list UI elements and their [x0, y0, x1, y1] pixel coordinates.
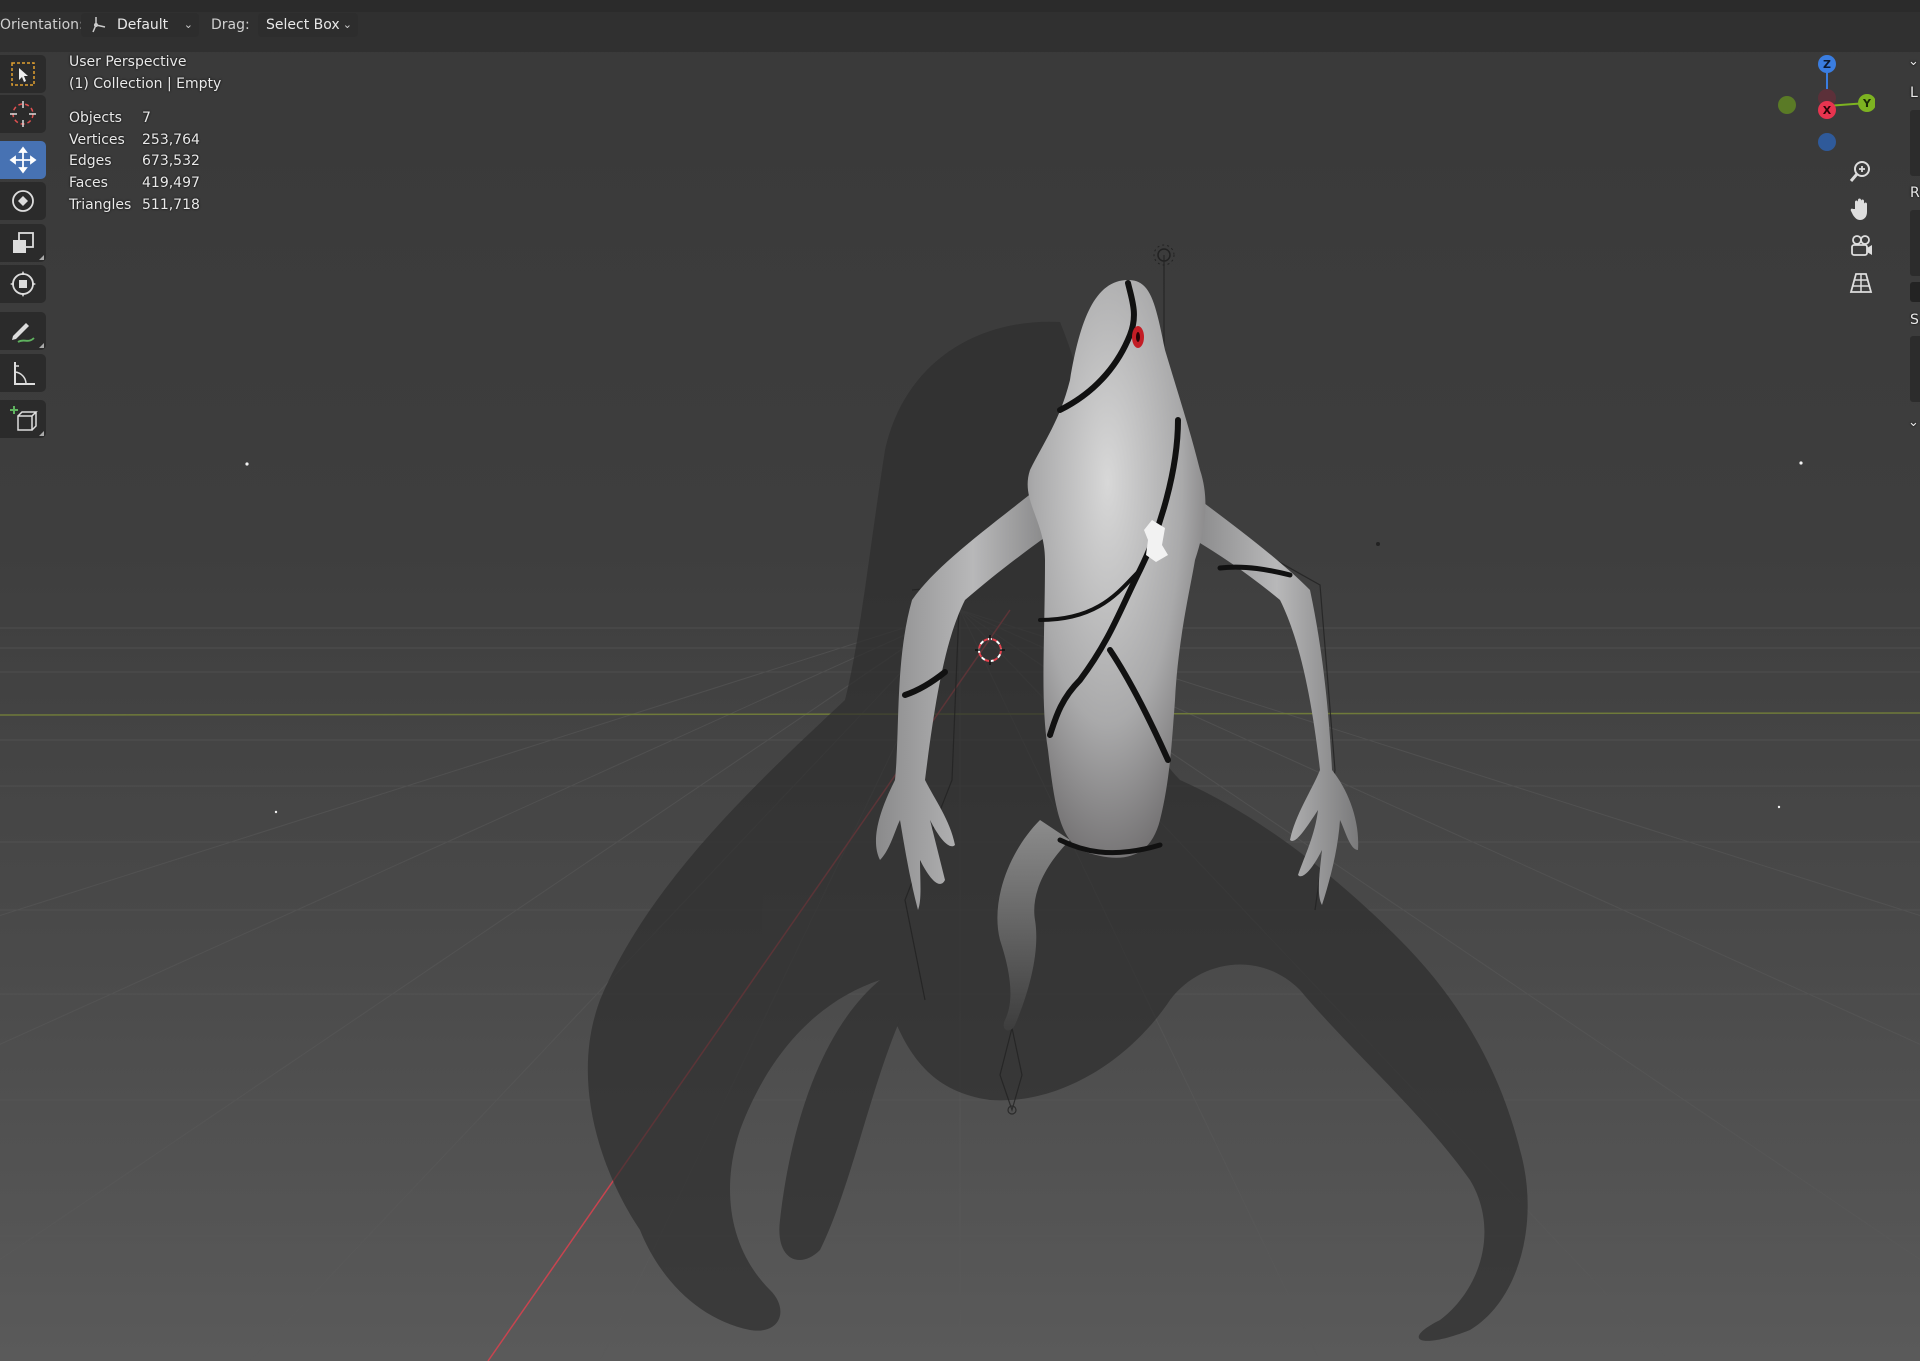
hand-icon — [1850, 198, 1867, 220]
pan-button[interactable] — [1843, 191, 1879, 227]
scale-icon — [13, 232, 34, 253]
drag-dropdown[interactable]: Select Box ⌄ — [258, 13, 358, 37]
ghost-eye-pupil — [1136, 332, 1140, 342]
toggle-projection-button[interactable] — [1843, 265, 1879, 301]
3d-viewport[interactable]: Orientation: Default ⌄ Drag: Select Box … — [0, 0, 1920, 1361]
y-axis-handle[interactable]: Y — [1858, 94, 1875, 112]
move-icon — [9, 146, 37, 174]
neg-z-axis-handle[interactable] — [1818, 133, 1836, 151]
stat-value: 7 — [142, 110, 151, 126]
sidebar-label: L — [1910, 85, 1918, 101]
stat-label: Faces — [69, 175, 108, 191]
select-box-tool[interactable] — [0, 55, 46, 93]
cursor-icon — [10, 101, 36, 127]
drag-label: Drag: — [211, 17, 250, 33]
annotate-icon — [12, 323, 35, 343]
stat-value: 253,764 — [142, 132, 200, 148]
stat-label: Triangles — [69, 197, 132, 213]
annotate-tool[interactable] — [0, 312, 46, 350]
stat-label: Edges — [69, 153, 112, 169]
top-bar-strip — [0, 0, 1920, 12]
zoom-button[interactable] — [1843, 153, 1879, 189]
sidebar-edge: ⌄ L R S ⌄ — [1900, 40, 1920, 440]
transform-tool[interactable] — [0, 265, 46, 303]
sidebar-chevron-icon[interactable]: ⌄ — [1908, 54, 1919, 69]
tool-options-corner — [39, 431, 44, 436]
select-box-icon — [11, 62, 35, 86]
transform-icon — [10, 271, 36, 297]
stat-value: 511,718 — [142, 197, 200, 213]
add-cube-tool[interactable] — [0, 400, 46, 438]
measure-tool[interactable] — [0, 354, 46, 392]
rotate-icon — [12, 190, 34, 212]
add-cube-icon — [10, 406, 38, 431]
zoom-icon — [1849, 161, 1870, 182]
stat-label: Objects — [69, 110, 122, 126]
orientation-dropdown[interactable]: Default ⌄ — [81, 13, 199, 37]
orientation-value: Default — [117, 17, 169, 33]
svg-text:Z: Z — [1823, 58, 1831, 71]
measure-icon — [14, 362, 35, 385]
z-axis-handle[interactable]: Z — [1818, 55, 1836, 73]
move-tool[interactable] — [0, 141, 46, 179]
cursor-tool[interactable] — [0, 95, 46, 133]
sidebar-label: S — [1910, 312, 1919, 328]
scale-tool[interactable] — [0, 224, 46, 262]
neg-y-axis-handle[interactable] — [1778, 96, 1796, 114]
svg-text:X: X — [1823, 104, 1832, 117]
sidebar-chevron-icon[interactable]: ⌄ — [1908, 415, 1919, 430]
camera-view-button[interactable] — [1843, 228, 1879, 264]
chevron-down-icon: ⌄ — [183, 18, 193, 31]
navigation-gizmo[interactable]: Z Y X — [1765, 50, 1875, 160]
tool-options-corner — [39, 255, 44, 260]
grid-icon — [1849, 273, 1873, 293]
view-name: User Perspective — [69, 54, 187, 70]
sidebar-field[interactable] — [1910, 336, 1920, 402]
sidebar-field[interactable] — [1910, 282, 1920, 302]
collection-info: (1) Collection | Empty — [69, 76, 222, 92]
scene-canvas[interactable] — [0, 0, 1920, 1361]
sidebar-field[interactable] — [1910, 210, 1920, 276]
chevron-down-icon: ⌄ — [342, 18, 352, 31]
stat-value: 673,532 — [142, 153, 200, 169]
orientation-gizmo-icon — [89, 13, 109, 45]
x-axis-handle[interactable]: X — [1818, 101, 1836, 119]
stat-label: Vertices — [69, 132, 125, 148]
rotate-tool[interactable] — [0, 182, 46, 220]
viewport-header: Orientation: Default ⌄ Drag: Select Box … — [0, 0, 1920, 52]
drag-value: Select Box — [266, 17, 340, 33]
sidebar-label: R — [1910, 185, 1920, 201]
orientation-label: Orientation: — [0, 17, 84, 33]
stat-value: 419,497 — [142, 175, 200, 191]
sidebar-field[interactable] — [1910, 110, 1920, 176]
svg-text:Y: Y — [1862, 97, 1872, 110]
tool-options-corner — [39, 343, 44, 348]
camera-icon — [1851, 235, 1872, 256]
